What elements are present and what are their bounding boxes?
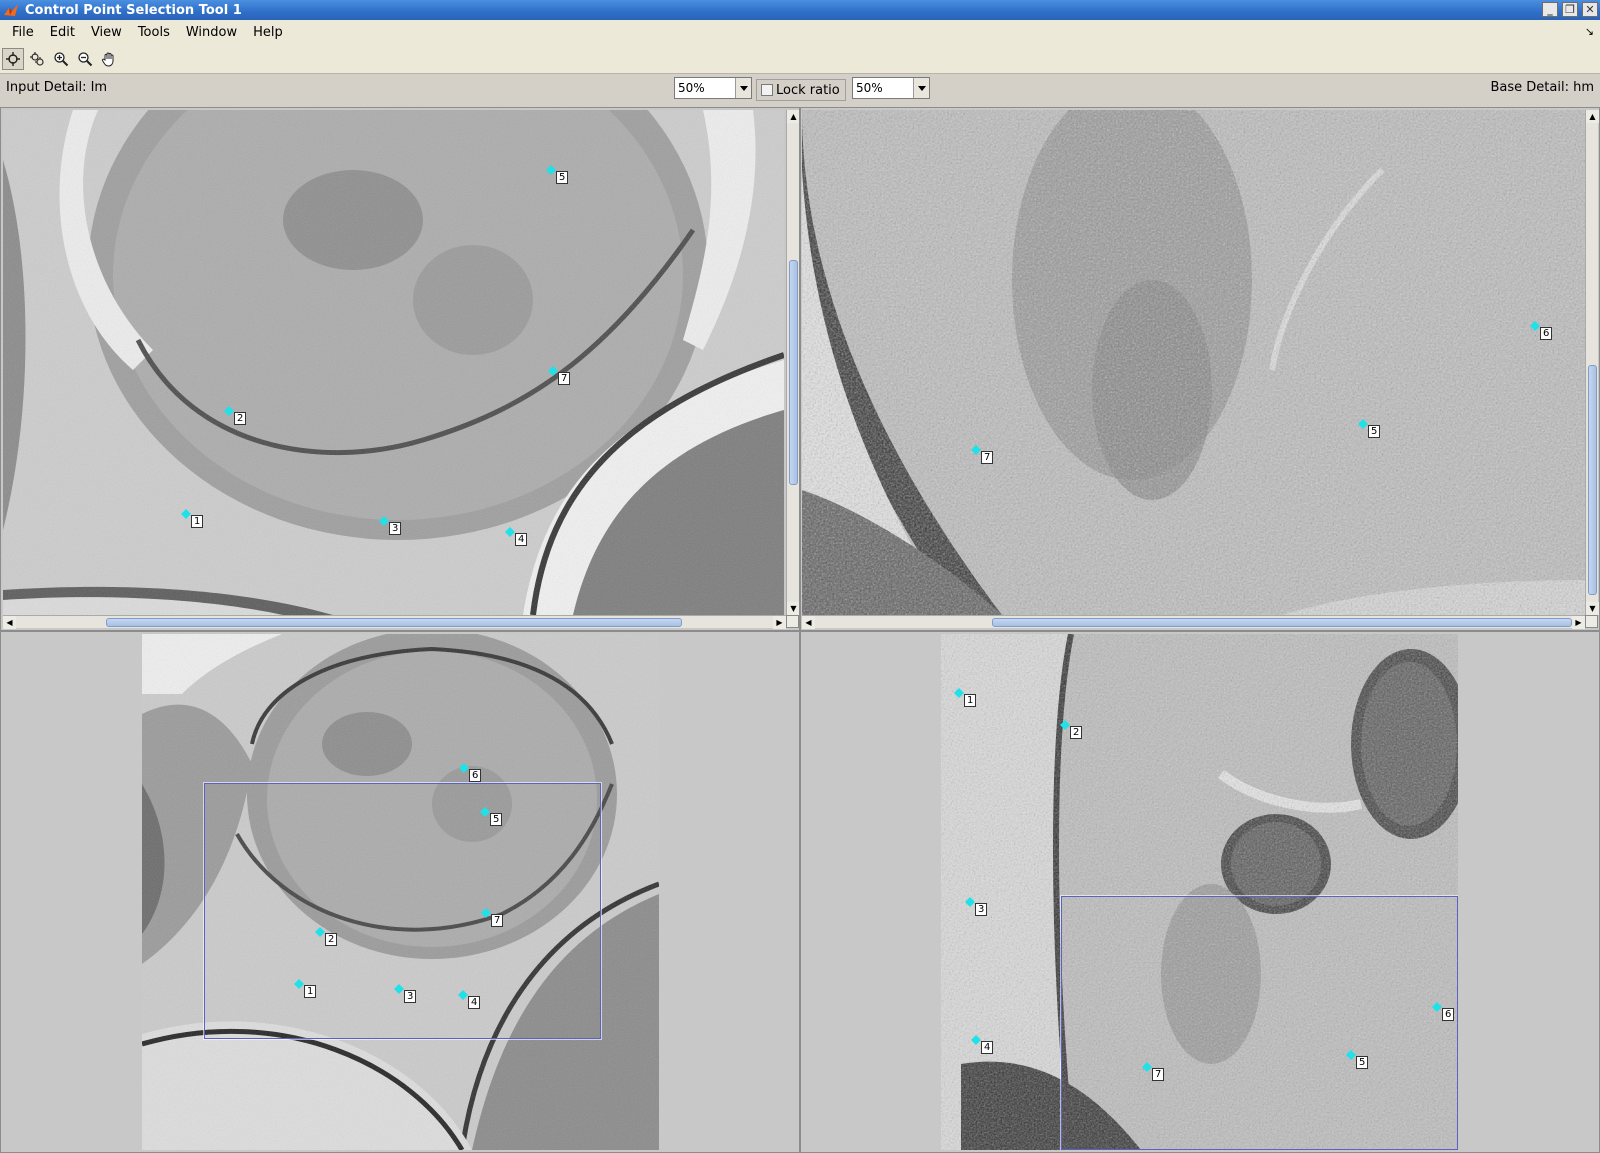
close-button[interactable]: ✕ <box>1582 2 1598 17</box>
input-overview-image[interactable]: 6 5 7 2 1 3 4 <box>142 634 659 1150</box>
scroll-up-icon[interactable]: ▲ <box>787 110 799 123</box>
base-detail-panel: 6 5 7 ▲ ▼ ◀ ▶ <box>800 107 1600 631</box>
input-detail-label: Input Detail: Im <box>6 80 108 95</box>
crosshair-point-icon <box>6 51 20 66</box>
menu-bar: File Edit View Tools Window Help ↘ <box>0 20 1600 44</box>
chevron-down-icon <box>913 78 929 98</box>
scroll-thumb[interactable] <box>106 618 682 627</box>
lock-ratio-label: Lock ratio <box>776 82 840 98</box>
control-point-label: 2 <box>325 933 338 946</box>
lock-ratio-checkbox[interactable]: Lock ratio <box>756 79 846 101</box>
input-detail-panel: 5 7 2 1 3 4 ▲ ▼ ◀ ▶ <box>0 107 800 631</box>
scroll-thumb[interactable] <box>789 260 798 485</box>
control-point-label: 1 <box>964 694 977 707</box>
scroll-thumb[interactable] <box>992 618 1572 627</box>
control-point-label: 6 <box>469 769 482 782</box>
control-point-label: 6 <box>1442 1008 1455 1021</box>
base-overview-panel: 1 2 3 4 7 5 6 <box>800 631 1600 1153</box>
menu-edit[interactable]: Edit <box>42 25 83 40</box>
select-point-tool[interactable] <box>26 48 48 70</box>
window-title: Control Point Selection Tool 1 <box>25 2 242 18</box>
base-horizontal-scrollbar[interactable]: ◀ ▶ <box>802 615 1585 629</box>
toolbar <box>0 44 1600 74</box>
micrograph-image <box>802 110 1585 615</box>
zoom-out-tool[interactable] <box>74 48 96 70</box>
micrograph-image <box>3 110 784 615</box>
base-zoom-select[interactable]: 50% <box>852 77 930 99</box>
pan-tool[interactable] <box>98 48 120 70</box>
menu-tools[interactable]: Tools <box>130 25 178 40</box>
input-zoom-value: 50% <box>678 81 705 95</box>
base-zoom-value: 50% <box>856 81 883 95</box>
menu-view[interactable]: View <box>83 25 130 40</box>
control-point-label: 2 <box>234 412 247 425</box>
control-point-label: 3 <box>389 522 402 535</box>
select-points-icon <box>30 51 44 66</box>
control-point-label: 5 <box>1356 1056 1369 1069</box>
scroll-corner <box>1585 615 1598 628</box>
scroll-down-icon[interactable]: ▼ <box>1586 602 1599 615</box>
menu-file[interactable]: File <box>4 25 42 40</box>
input-horizontal-scrollbar[interactable]: ◀ ▶ <box>3 615 786 629</box>
control-point-label: 4 <box>981 1041 994 1054</box>
control-point-label: 7 <box>491 914 504 927</box>
zoom-in-tool[interactable] <box>50 48 72 70</box>
control-point-label: 7 <box>981 451 994 464</box>
scroll-left-icon[interactable]: ◀ <box>3 616 16 629</box>
detail-view-rectangle[interactable] <box>1061 896 1458 1150</box>
scroll-corner <box>786 615 799 628</box>
matlab-icon <box>4 4 18 16</box>
base-detail-label: Base Detail: hm <box>1490 80 1595 95</box>
chevron-down-icon <box>735 78 751 98</box>
input-vertical-scrollbar[interactable]: ▲ ▼ <box>786 110 799 615</box>
scroll-down-icon[interactable]: ▼ <box>787 602 799 615</box>
control-point-label: 3 <box>975 903 988 916</box>
checkbox-icon <box>761 84 773 96</box>
input-detail-image[interactable]: 5 7 2 1 3 4 <box>3 110 784 615</box>
menu-window[interactable]: Window <box>178 25 245 40</box>
control-point-label: 2 <box>1070 726 1083 739</box>
control-point-label: 5 <box>556 171 569 184</box>
dock-arrow-icon[interactable]: ↘ <box>1585 25 1594 38</box>
scroll-right-icon[interactable]: ▶ <box>1572 616 1585 629</box>
control-point-label: 4 <box>468 996 481 1009</box>
scroll-thumb[interactable] <box>1588 365 1597 595</box>
base-vertical-scrollbar[interactable]: ▲ ▼ <box>1585 110 1599 615</box>
scroll-right-icon[interactable]: ▶ <box>773 616 786 629</box>
control-point-selection-window: Control Point Selection Tool 1 _ ❐ ✕ Fil… <box>0 0 1600 1153</box>
input-overview-panel: 6 5 7 2 1 3 4 <box>0 631 800 1153</box>
control-point-label: 1 <box>191 515 204 528</box>
base-detail-image[interactable]: 6 5 7 <box>802 110 1585 615</box>
control-point-label: 4 <box>515 533 528 546</box>
control-point-label: 1 <box>304 985 317 998</box>
title-bar: Control Point Selection Tool 1 _ ❐ ✕ <box>0 0 1600 20</box>
control-point-label: 5 <box>490 813 503 826</box>
menu-help[interactable]: Help <box>245 25 291 40</box>
scroll-left-icon[interactable]: ◀ <box>802 616 815 629</box>
maximize-button[interactable]: ❐ <box>1562 2 1578 17</box>
detail-view-rectangle[interactable] <box>204 783 601 1039</box>
base-overview-image[interactable]: 1 2 3 4 7 5 6 <box>941 634 1458 1150</box>
hand-icon <box>101 52 114 67</box>
control-point-label: 6 <box>1540 327 1553 340</box>
scroll-up-icon[interactable]: ▲ <box>1586 110 1599 123</box>
add-point-tool[interactable] <box>2 47 24 70</box>
control-point-label: 3 <box>404 990 417 1003</box>
control-point-label: 7 <box>558 372 571 385</box>
control-point-label: 5 <box>1368 425 1381 438</box>
zoom-in-icon <box>54 51 69 66</box>
minimize-button[interactable]: _ <box>1542 2 1558 17</box>
zoom-out-icon <box>78 51 93 66</box>
detail-header: Input Detail: Im 50% Lock ratio 50% Base… <box>0 75 1600 105</box>
control-point-label: 7 <box>1152 1068 1165 1081</box>
input-zoom-select[interactable]: 50% <box>674 77 752 99</box>
